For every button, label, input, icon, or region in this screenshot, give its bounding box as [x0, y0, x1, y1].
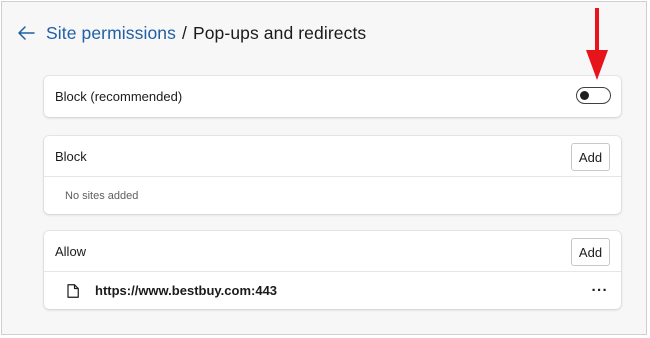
block-recommended-row: Block (recommended) [44, 76, 621, 117]
block-recommended-label: Block (recommended) [55, 89, 183, 104]
allowed-site-url: https://www.bestbuy.com:443 [95, 283, 278, 298]
more-options-icon[interactable]: ··· [592, 282, 609, 299]
list-item: https://www.bestbuy.com:443 ··· [44, 272, 621, 309]
allow-list-card: Allow Add https://www.bestbuy.com:443 ··… [44, 231, 621, 309]
toggle-knob [580, 90, 589, 100]
block-add-button[interactable]: Add [571, 143, 610, 171]
block-list-card: Block Add No sites added [44, 136, 621, 214]
allow-list-title: Allow [55, 244, 87, 259]
block-list-header: Block [44, 136, 621, 177]
allow-list-header: Allow [44, 231, 621, 272]
page-header: Site permissions / Pop-ups and redirects [16, 20, 366, 46]
breadcrumb: Site permissions / Pop-ups and redirects [46, 23, 366, 44]
allow-add-button[interactable]: Add [571, 238, 610, 266]
breadcrumb-site-permissions-link[interactable]: Site permissions [46, 23, 176, 44]
block-list-empty-text: No sites added [65, 189, 139, 202]
back-arrow-icon[interactable] [16, 23, 36, 43]
page-frame: Site permissions / Pop-ups and redirects… [1, 1, 647, 335]
block-list-title: Block [55, 149, 87, 164]
file-icon [67, 283, 79, 298]
page-title: Pop-ups and redirects [192, 22, 367, 43]
block-recommended-card: Block (recommended) [44, 76, 621, 117]
red-arrow-annotation-icon [586, 8, 608, 80]
breadcrumb-separator: / [181, 22, 187, 43]
block-list-empty-row: No sites added [44, 177, 621, 214]
block-recommended-toggle[interactable] [576, 87, 611, 104]
